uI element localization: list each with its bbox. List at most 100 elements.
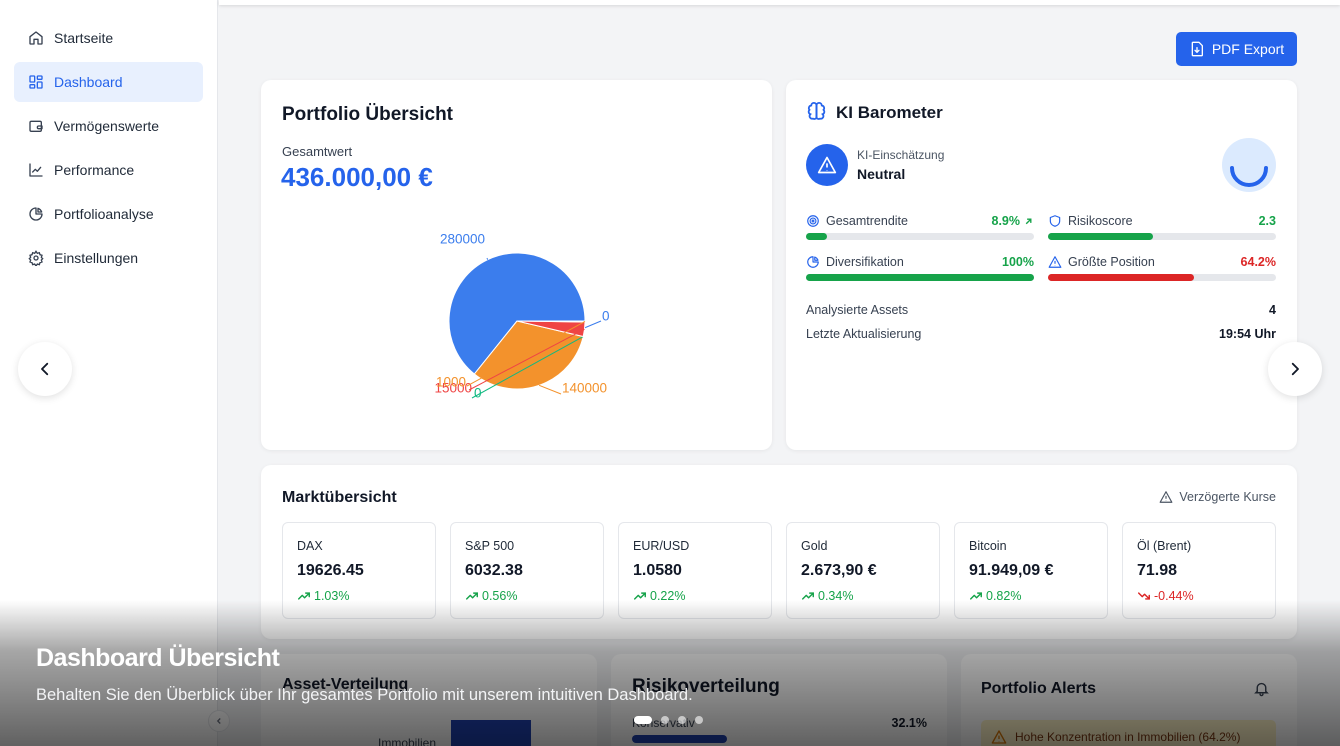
portfolio-alerts-card: Portfolio Alerts Hohe Konzentration in I… bbox=[961, 654, 1297, 746]
market-change: 0.22% bbox=[633, 589, 685, 603]
pie-leader-line bbox=[486, 257, 489, 260]
pie-chart-icon bbox=[807, 256, 819, 268]
progress-bar-risikoscore bbox=[1048, 233, 1276, 240]
sidebar-item-label: Vermögenswerte bbox=[54, 118, 160, 134]
assessment-label: KI-Einschätzung bbox=[857, 148, 945, 162]
asset-bar-label: Immobilien bbox=[378, 736, 437, 746]
alert-text: Hohe Konzentration in Immobilien (64.2%) bbox=[1015, 730, 1241, 744]
target-icon bbox=[807, 215, 819, 227]
progress-bar-groesste-position bbox=[1048, 274, 1276, 281]
next-slide-button[interactable] bbox=[1268, 342, 1322, 396]
risk-value: 32.1% bbox=[891, 716, 927, 730]
asset-bar bbox=[451, 720, 531, 746]
brain-icon bbox=[807, 102, 826, 120]
chevron-right-icon bbox=[1291, 362, 1299, 376]
market-value: 71.98 bbox=[1137, 562, 1178, 579]
gear-icon bbox=[28, 250, 44, 266]
carousel-dot[interactable] bbox=[695, 716, 703, 724]
market-tile-oil[interactable]: Öl (Brent) 71.98 -0.44% bbox=[1122, 522, 1276, 619]
market-tile-gold[interactable]: Gold 2.673,90 € 0.34% bbox=[786, 522, 940, 619]
market-value: 91.949,09 € bbox=[969, 562, 1054, 579]
sidebar-item-label: Performance bbox=[54, 162, 135, 178]
market-change-text: 1.03% bbox=[314, 589, 350, 603]
metric-label: Größte Position bbox=[1068, 255, 1155, 269]
market-change-text: 0.56% bbox=[482, 589, 518, 603]
trend-up-icon bbox=[466, 592, 478, 600]
chevron-left-icon bbox=[41, 362, 49, 376]
trend-down-icon bbox=[1138, 592, 1150, 600]
trend-up-icon bbox=[1025, 218, 1032, 224]
market-tile-eurusd[interactable]: EUR/USD 1.0580 0.22% bbox=[618, 522, 772, 619]
trend-up-icon bbox=[634, 592, 646, 600]
assessment-badge bbox=[806, 144, 848, 186]
pie-chart-icon bbox=[29, 207, 43, 221]
carousel-dot[interactable] bbox=[634, 716, 652, 724]
warning-icon bbox=[1048, 256, 1062, 268]
info-value: 19:54 Uhr bbox=[1219, 327, 1276, 341]
bell-icon[interactable] bbox=[1253, 680, 1270, 697]
market-value: 6032.38 bbox=[465, 562, 523, 579]
market-change: 0.82% bbox=[969, 589, 1021, 603]
sidebar-collapse-button[interactable] bbox=[208, 710, 230, 732]
market-change: 0.56% bbox=[465, 589, 517, 603]
warning-icon bbox=[1159, 491, 1173, 503]
metric-value: 8.9% bbox=[966, 214, 1034, 228]
alert-item[interactable]: Hohe Konzentration in Immobilien (64.2%) bbox=[981, 720, 1276, 746]
wallet-icon bbox=[29, 120, 43, 132]
pie-slice-label: 140000 bbox=[562, 381, 607, 396]
prev-slide-button[interactable] bbox=[18, 342, 72, 396]
market-change-text: -0.44% bbox=[1154, 589, 1194, 603]
slide-subtitle: Behalten Sie den Überblick über Ihr gesa… bbox=[36, 686, 693, 704]
metric-risikoscore: Risikoscore bbox=[1048, 214, 1133, 228]
trend-up-icon bbox=[970, 592, 982, 600]
sidebar-item-label: Startseite bbox=[54, 30, 114, 46]
market-tile-sp500[interactable]: S&P 500 6032.38 0.56% bbox=[450, 522, 604, 619]
risk-bar bbox=[632, 735, 727, 743]
metric-value: 2.3 bbox=[1258, 214, 1276, 228]
progress-fill bbox=[1048, 274, 1195, 281]
sidebar-item-portfolioanalyse[interactable]: Portfolioanalyse bbox=[14, 194, 203, 234]
sidebar-item-einstellungen[interactable]: Einstellungen bbox=[14, 238, 203, 278]
progress-bar-gesamtrendite bbox=[806, 233, 1034, 240]
carousel-dot[interactable] bbox=[678, 716, 686, 724]
metric-label: Risikoscore bbox=[1068, 214, 1133, 228]
market-change: 0.34% bbox=[801, 589, 853, 603]
metric-groesste-position: Größte Position bbox=[1048, 255, 1155, 269]
market-tile-bitcoin[interactable]: Bitcoin 91.949,09 € 0.82% bbox=[954, 522, 1108, 619]
market-name: EUR/USD bbox=[633, 539, 690, 553]
progress-fill bbox=[1048, 233, 1153, 240]
sidebar-item-label: Dashboard bbox=[54, 74, 123, 90]
delayed-notice-text: Verzögerte Kurse bbox=[1179, 490, 1276, 504]
info-label: Letzte Aktualisierung bbox=[806, 327, 922, 341]
pdf-export-button[interactable]: PDF Export bbox=[1176, 32, 1297, 66]
market-value: 2.673,90 € bbox=[801, 562, 877, 579]
pie-slice-label: 0 bbox=[474, 386, 482, 401]
market-change-text: 0.82% bbox=[986, 589, 1022, 603]
metric-gesamtrendite: Gesamtrendite bbox=[806, 214, 908, 228]
market-name: DAX bbox=[297, 539, 323, 553]
market-title: Marktübersicht bbox=[282, 489, 397, 506]
market-change: 1.03% bbox=[297, 589, 349, 603]
market-name: S&P 500 bbox=[465, 539, 515, 553]
market-tile-dax[interactable]: DAX 19626.45 1.03% bbox=[282, 522, 436, 619]
ki-title: KI Barometer bbox=[836, 103, 943, 122]
metric-label: Diversifikation bbox=[826, 255, 904, 269]
market-name: Öl (Brent) bbox=[1137, 539, 1192, 553]
market-value: 19626.45 bbox=[297, 562, 364, 579]
home-icon bbox=[29, 31, 43, 45]
loading-spinner bbox=[1222, 138, 1276, 192]
pie-slice-label: 1000 bbox=[436, 375, 466, 390]
portfolio-overview-card: Portfolio Übersicht Gesamtwert 436.000,0… bbox=[261, 80, 772, 450]
progress-fill bbox=[806, 233, 827, 240]
carousel-dot[interactable] bbox=[661, 716, 669, 724]
grid-icon bbox=[29, 75, 43, 89]
sidebar-item-vermoegenswerte[interactable]: Vermögenswerte bbox=[14, 106, 203, 146]
carousel-dots bbox=[634, 716, 712, 724]
sidebar-item-performance[interactable]: Performance bbox=[14, 150, 203, 190]
slide-title: Dashboard Übersicht bbox=[36, 644, 280, 672]
line-chart-icon bbox=[29, 163, 43, 177]
sidebar-item-dashboard[interactable]: Dashboard bbox=[14, 62, 203, 102]
assessment-value: Neutral bbox=[857, 166, 906, 182]
portfolio-pie-chart: 28000001400000150001000 bbox=[434, 232, 609, 401]
sidebar-item-startseite[interactable]: Startseite bbox=[14, 18, 203, 58]
